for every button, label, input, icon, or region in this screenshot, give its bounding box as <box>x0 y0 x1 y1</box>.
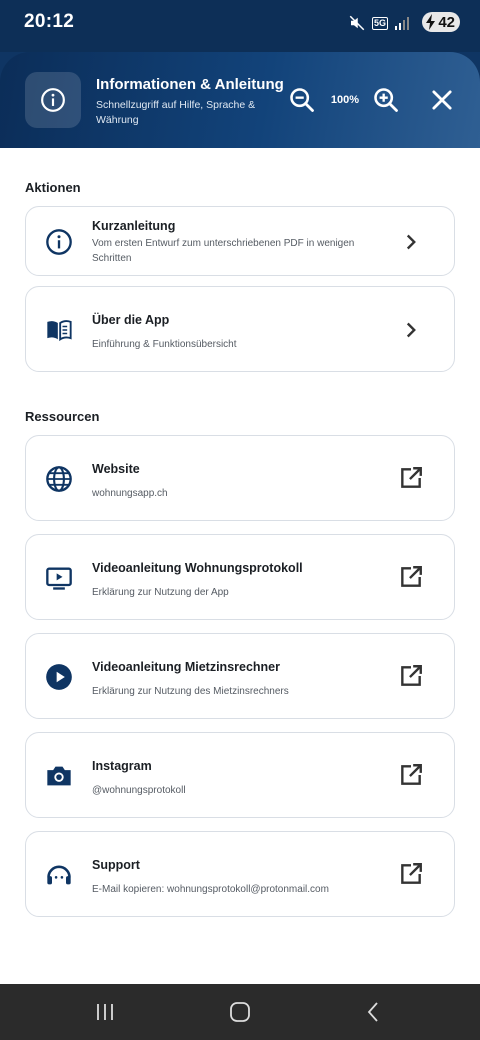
battery-level: 42 <box>438 13 455 31</box>
system-nav-bar <box>0 984 480 1040</box>
external-link-icon <box>401 764 422 785</box>
card-support[interactable]: Support E-Mail kopieren: wohnungsprotoko… <box>25 831 455 917</box>
recent-apps-icon[interactable] <box>91 998 119 1026</box>
external-link-icon <box>401 566 422 587</box>
status-icons: 5G <box>348 12 410 34</box>
charging-icon <box>426 14 435 30</box>
card-title: Website <box>92 462 140 476</box>
external-link-icon <box>401 467 422 488</box>
status-bar: 20:12 5G 42 <box>0 0 480 52</box>
card-title: Videoanleitung Mietzinsrechner <box>92 660 281 674</box>
back-icon[interactable] <box>360 998 388 1026</box>
card-subtitle: E-Mail kopieren: wohnungsprotokoll@proto… <box>92 884 329 895</box>
info-header: Informationen & Anleitung Schnellzugriff… <box>0 52 480 148</box>
home-icon[interactable] <box>226 998 254 1026</box>
battery-indicator: 42 <box>422 12 460 32</box>
card-ueber-die-app[interactable]: Über die App Einführung & Funktionsübers… <box>25 286 455 372</box>
card-instagram[interactable]: Instagram @wohnungsprotokoll <box>25 732 455 818</box>
header-icon-tile <box>25 72 81 128</box>
zoom-out-icon[interactable] <box>288 86 316 114</box>
card-subtitle: wohnungsapp.ch <box>92 488 168 499</box>
play-circle-icon <box>46 664 72 690</box>
main-content: Aktionen Kurzanleitung Vom ersten Entwur… <box>0 148 480 984</box>
card-kurzanleitung[interactable]: Kurzanleitung Vom ersten Entwurf zum unt… <box>25 206 455 276</box>
card-subtitle: Erklärung zur Nutzung des Mietzinsrechne… <box>92 686 289 697</box>
info-icon <box>41 88 65 112</box>
card-title: Über die App <box>92 313 170 327</box>
card-subtitle: Einführung & Funktionsübersicht <box>92 339 237 350</box>
status-time: 20:12 <box>24 11 75 32</box>
card-subtitle: Erklärung zur Nutzung der App <box>92 587 229 598</box>
info-icon <box>46 229 72 255</box>
close-icon[interactable] <box>428 86 456 114</box>
zoom-level: 100% <box>330 94 360 106</box>
card-subtitle: Vom ersten Entwurf zum unterschriebenen … <box>92 238 355 264</box>
header-subtitle: Schnellzugriff auf Hilfe, Sprache & Währ… <box>96 99 256 126</box>
chevron-right-icon <box>406 234 416 250</box>
card-title: Support <box>92 858 140 872</box>
video-screen-icon <box>46 567 72 590</box>
card-subtitle: @wohnungsprotokoll <box>92 785 186 796</box>
headset-icon <box>47 865 71 885</box>
camera-icon <box>47 766 71 786</box>
chevron-right-icon <box>406 322 416 338</box>
external-link-icon <box>401 665 422 686</box>
zoom-in-icon[interactable] <box>372 86 400 114</box>
card-video-wohnungsprotokoll[interactable]: Videoanleitung Wohnungsprotokoll Erkläru… <box>25 534 455 620</box>
signal-icon <box>395 17 409 30</box>
section-title-actions: Aktionen <box>25 180 81 195</box>
network-type: 5G <box>371 16 388 30</box>
header-title: Informationen & Anleitung <box>96 76 284 93</box>
external-link-icon <box>401 863 422 884</box>
section-title-resources: Ressourcen <box>25 409 100 424</box>
card-video-mietzinsrechner[interactable]: Videoanleitung Mietzinsrechner Erklärung… <box>25 633 455 719</box>
mute-icon <box>349 15 365 31</box>
card-title: Kurzanleitung <box>92 219 176 233</box>
card-title: Videoanleitung Wohnungsprotokoll <box>92 561 303 575</box>
card-website[interactable]: Website wohnungsapp.ch <box>25 435 455 521</box>
globe-icon <box>46 466 72 492</box>
card-title: Instagram <box>92 759 152 773</box>
book-icon <box>47 320 72 342</box>
